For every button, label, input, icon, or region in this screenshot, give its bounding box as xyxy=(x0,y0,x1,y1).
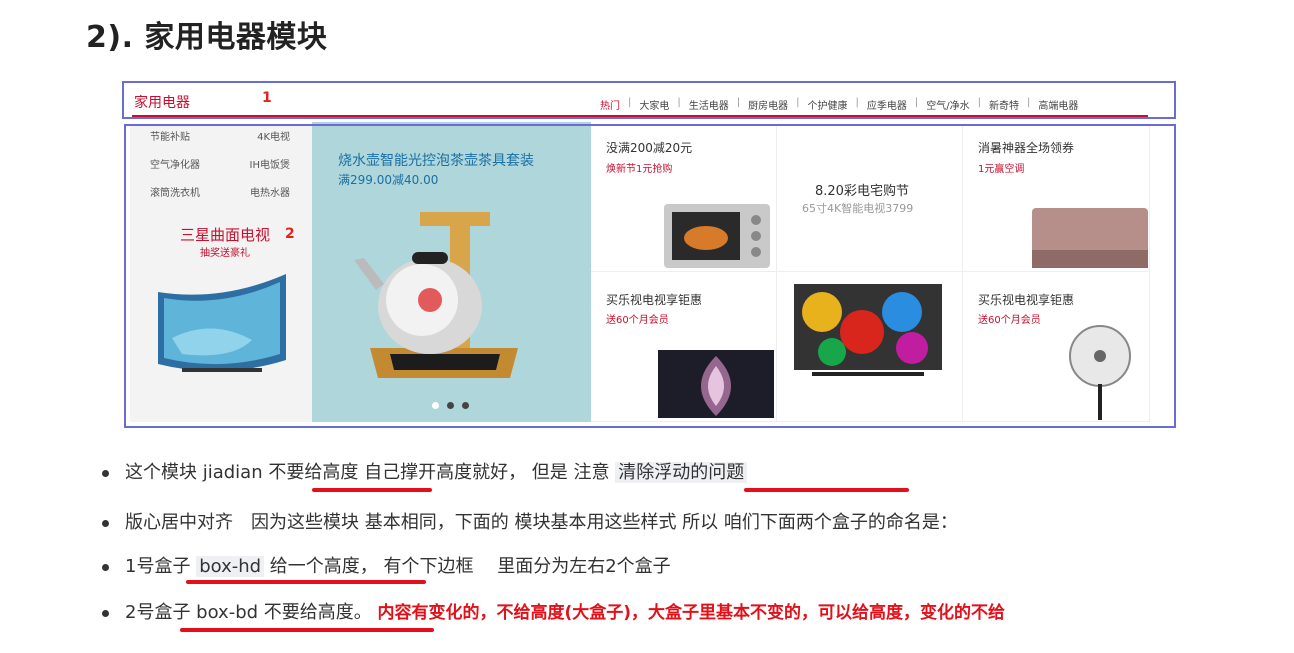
bullet-text: 版心居中对齐 因为这些模块 基本相同，下面的 模块基本用这些样式 所以 咱们下面… xyxy=(125,512,958,533)
nav-item[interactable]: 个护健康 xyxy=(808,97,848,112)
bullet-emph: 清除浮动的问题 xyxy=(615,462,748,483)
box-bd-outline xyxy=(124,124,1176,428)
nav-item[interactable]: 空气/净水 xyxy=(926,97,969,112)
section-heading: 2). 家用电器模块 xyxy=(86,20,328,55)
header-bottom-border xyxy=(132,115,1148,117)
bullet-text: 1号盒子 xyxy=(125,556,197,577)
nav-item[interactable]: 高端电器 xyxy=(1038,97,1078,112)
bullet-code: box-hd xyxy=(196,556,265,577)
bullet-text: 给一个高度， 有个下边框 里面分为左右2个盒子 xyxy=(264,556,671,577)
nav-item[interactable]: 生活电器 xyxy=(689,97,729,112)
module-nav: 热门 | 大家电 | 生活电器 | 厨房电器 | 个护健康 | 应季电器 | 空气/净水 | … xyxy=(600,97,1079,112)
annotation-underline xyxy=(312,488,432,492)
bullet-2: 版心居中对齐 因为这些模块 基本相同，下面的 模块基本用这些样式 所以 咱们下面… xyxy=(102,508,1292,534)
nav-item[interactable]: 厨房电器 xyxy=(748,97,788,112)
nav-item[interactable]: 应季电器 xyxy=(867,97,907,112)
bullet-text: 自己撑开高度就好， 但是 注意 xyxy=(358,462,616,483)
nav-item[interactable]: 新奇特 xyxy=(989,97,1019,112)
bullet-emph: 不要给高度 xyxy=(268,462,359,483)
bullet-text: 2号盒子 box-bd 不要给高度。 xyxy=(125,602,378,623)
nav-item[interactable]: 热门 xyxy=(600,97,620,112)
annotation-underline xyxy=(180,628,434,632)
module-title: 家用电器 xyxy=(134,95,190,111)
nav-item[interactable]: 大家电 xyxy=(639,97,669,112)
bullet-red-note: 内容有变化的，不给高度(大盒子)，大盒子里基本不变的，可以给高度，变化的不给 xyxy=(377,603,1006,623)
bullet-4: 2号盒子 box-bd 不要给高度。 内容有变化的，不给高度(大盒子)，大盒子里… xyxy=(102,598,1292,624)
bullet-text: 这个模块 jiadian xyxy=(125,462,269,483)
bullet-3: 1号盒子 box-hd 给一个高度， 有个下边框 里面分为左右2个盒子 xyxy=(102,552,1292,578)
annotation-underline xyxy=(744,488,909,492)
bullet-1: 这个模块 jiadian 不要给高度 自己撑开高度就好， 但是 注意 清除浮动的… xyxy=(102,458,1292,484)
marker-1: 1 xyxy=(262,90,272,106)
annotation-underline xyxy=(186,580,426,584)
